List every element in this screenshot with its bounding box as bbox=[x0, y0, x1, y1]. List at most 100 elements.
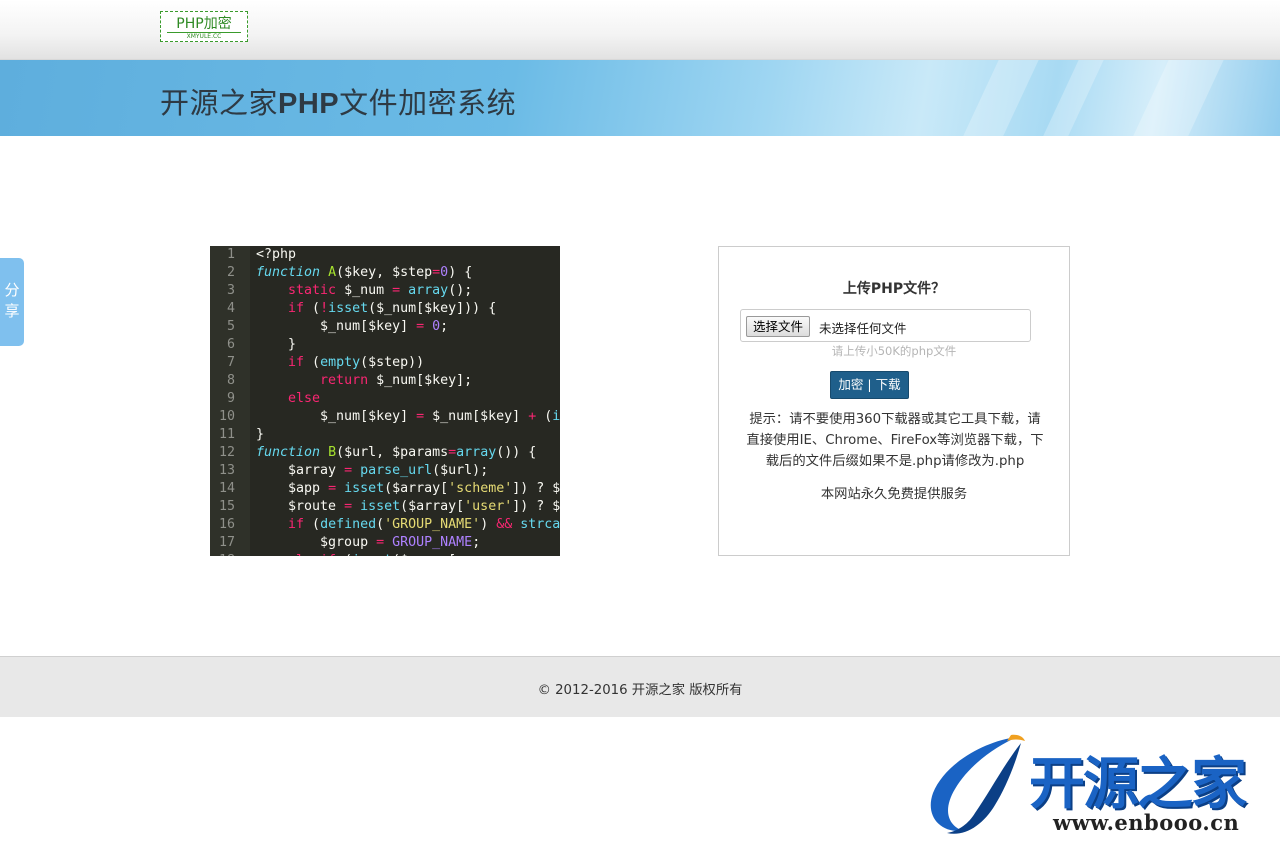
code-token: $route bbox=[256, 499, 345, 514]
line-number: 3 bbox=[226, 283, 235, 298]
code-token: function bbox=[256, 265, 321, 280]
code-token: $array bbox=[256, 463, 345, 478]
code-text: $array = parse_url($url); bbox=[246, 463, 488, 478]
line-number: 10 bbox=[218, 409, 235, 424]
page-title-bold: PHP bbox=[278, 88, 340, 120]
file-input[interactable]: 选择文件 未选择任何文件 bbox=[740, 309, 1031, 342]
code-token: ) bbox=[480, 517, 497, 532]
code-text: if (empty($step)) bbox=[246, 355, 424, 370]
code-text: function B($url, $params=array()) { bbox=[246, 445, 536, 460]
code-text: return $_num[$key]; bbox=[246, 373, 472, 388]
code-token: = bbox=[448, 445, 457, 460]
code-text: if (defined('GROUP_NAME') && strcasecmp( bbox=[246, 517, 560, 532]
watermark-brand: 开源之家 bbox=[1029, 752, 1247, 817]
code-token: ($array[ bbox=[384, 481, 449, 496]
code-token: isset bbox=[352, 553, 392, 556]
code-line: 1 <?php bbox=[210, 246, 560, 264]
code-token: = bbox=[416, 409, 425, 424]
site-logo[interactable]: PHP加密 XMYULE.CC bbox=[160, 11, 248, 42]
code-token: if bbox=[288, 355, 305, 370]
code-token: ( bbox=[304, 301, 321, 316]
line-number: 16 bbox=[218, 517, 235, 532]
code-token: ( bbox=[376, 517, 385, 532]
code-token: ) { bbox=[448, 265, 473, 280]
line-number: 6 bbox=[226, 337, 235, 352]
code-text: else bbox=[246, 391, 320, 406]
code-token: ; bbox=[440, 319, 449, 334]
code-token: ]) ? $array[ bbox=[512, 481, 560, 496]
code-token: isset bbox=[328, 301, 369, 316]
copyright-text: © 2012-2016 开源之家 版权所有 bbox=[537, 683, 743, 698]
download-tip-line: 直接使用IE、Chrome、FireFox等浏览器下载，下 bbox=[746, 433, 1044, 448]
code-token: ($step)) bbox=[360, 355, 425, 370]
code-token: ($_num[$key])) { bbox=[368, 301, 497, 316]
page-title-prefix: 开源之家 bbox=[160, 86, 279, 120]
share-tab[interactable]: 分 享 bbox=[0, 258, 24, 346]
code-line: 11} bbox=[210, 426, 560, 444]
code-line: 18 elseif (isset($array[ bbox=[210, 552, 560, 556]
code-token: && bbox=[496, 517, 513, 532]
code-token: $group bbox=[256, 535, 377, 550]
choose-file-button[interactable]: 选择文件 bbox=[746, 316, 811, 337]
code-token: } bbox=[256, 427, 265, 442]
code-token: } bbox=[256, 337, 297, 352]
code-text: $_num[$key] = $_num[$key] + (int)$step; bbox=[246, 409, 560, 424]
code-token: = bbox=[344, 463, 353, 478]
code-token: $_num bbox=[336, 283, 393, 298]
code-token: function bbox=[256, 445, 321, 460]
code-line: 17 $group = GROUP_NAME; bbox=[210, 534, 560, 552]
code-token: empty bbox=[320, 355, 361, 370]
code-token: ! bbox=[320, 301, 329, 316]
code-token: 0 bbox=[432, 319, 441, 334]
code-token: GROUP_NAME bbox=[392, 535, 473, 550]
code-token: static bbox=[288, 283, 337, 298]
code-token: $_num[$key] bbox=[424, 409, 529, 424]
code-token: = bbox=[432, 265, 441, 280]
line-number: 12 bbox=[218, 445, 235, 460]
code-token: isset bbox=[344, 481, 385, 496]
code-token: = bbox=[328, 481, 337, 496]
code-text: $group = GROUP_NAME; bbox=[246, 535, 480, 550]
line-number: 15 bbox=[218, 499, 235, 514]
line-number: 5 bbox=[226, 319, 235, 334]
code-token: ( bbox=[336, 553, 352, 556]
code-token: ( bbox=[304, 517, 321, 532]
code-line: 9 else bbox=[210, 390, 560, 408]
banner-decoration bbox=[952, 60, 1048, 136]
code-token: if bbox=[288, 301, 305, 316]
code-line: 3 static $_num = array(); bbox=[210, 282, 560, 300]
code-token: A bbox=[328, 265, 337, 280]
page-title-suffix: 文件加密系统 bbox=[339, 86, 517, 120]
code-token: <?php bbox=[256, 247, 297, 262]
logo-subtext: XMYULE.CC bbox=[167, 32, 241, 40]
code-token: if bbox=[288, 517, 305, 532]
code-text: <?php bbox=[246, 247, 296, 262]
code-line: 16 if (defined('GROUP_NAME') && strcasec… bbox=[210, 516, 560, 534]
code-token: 'GROUP_NAME' bbox=[384, 517, 481, 532]
file-status: 未选择任何文件 bbox=[819, 321, 907, 336]
line-number: 17 bbox=[218, 535, 235, 550]
share-tab-char: 分 bbox=[4, 281, 20, 299]
encrypt-download-button[interactable]: 加密 | 下载 bbox=[830, 371, 909, 399]
code-token: ($array[ bbox=[400, 499, 465, 514]
share-tab-char: 享 bbox=[4, 302, 20, 320]
code-token: ()) { bbox=[496, 445, 537, 460]
code-line: 12 function B($url, $params=array()) { bbox=[210, 444, 560, 462]
line-number: 2 bbox=[226, 265, 235, 280]
code-token: ($url, $params bbox=[336, 445, 449, 460]
footer: © 2012-2016 开源之家 版权所有 bbox=[0, 656, 1280, 717]
line-number: 1 bbox=[226, 247, 235, 262]
code-line: 13 $array = parse_url($url); bbox=[210, 462, 560, 480]
code-token: ($url); bbox=[432, 463, 489, 478]
